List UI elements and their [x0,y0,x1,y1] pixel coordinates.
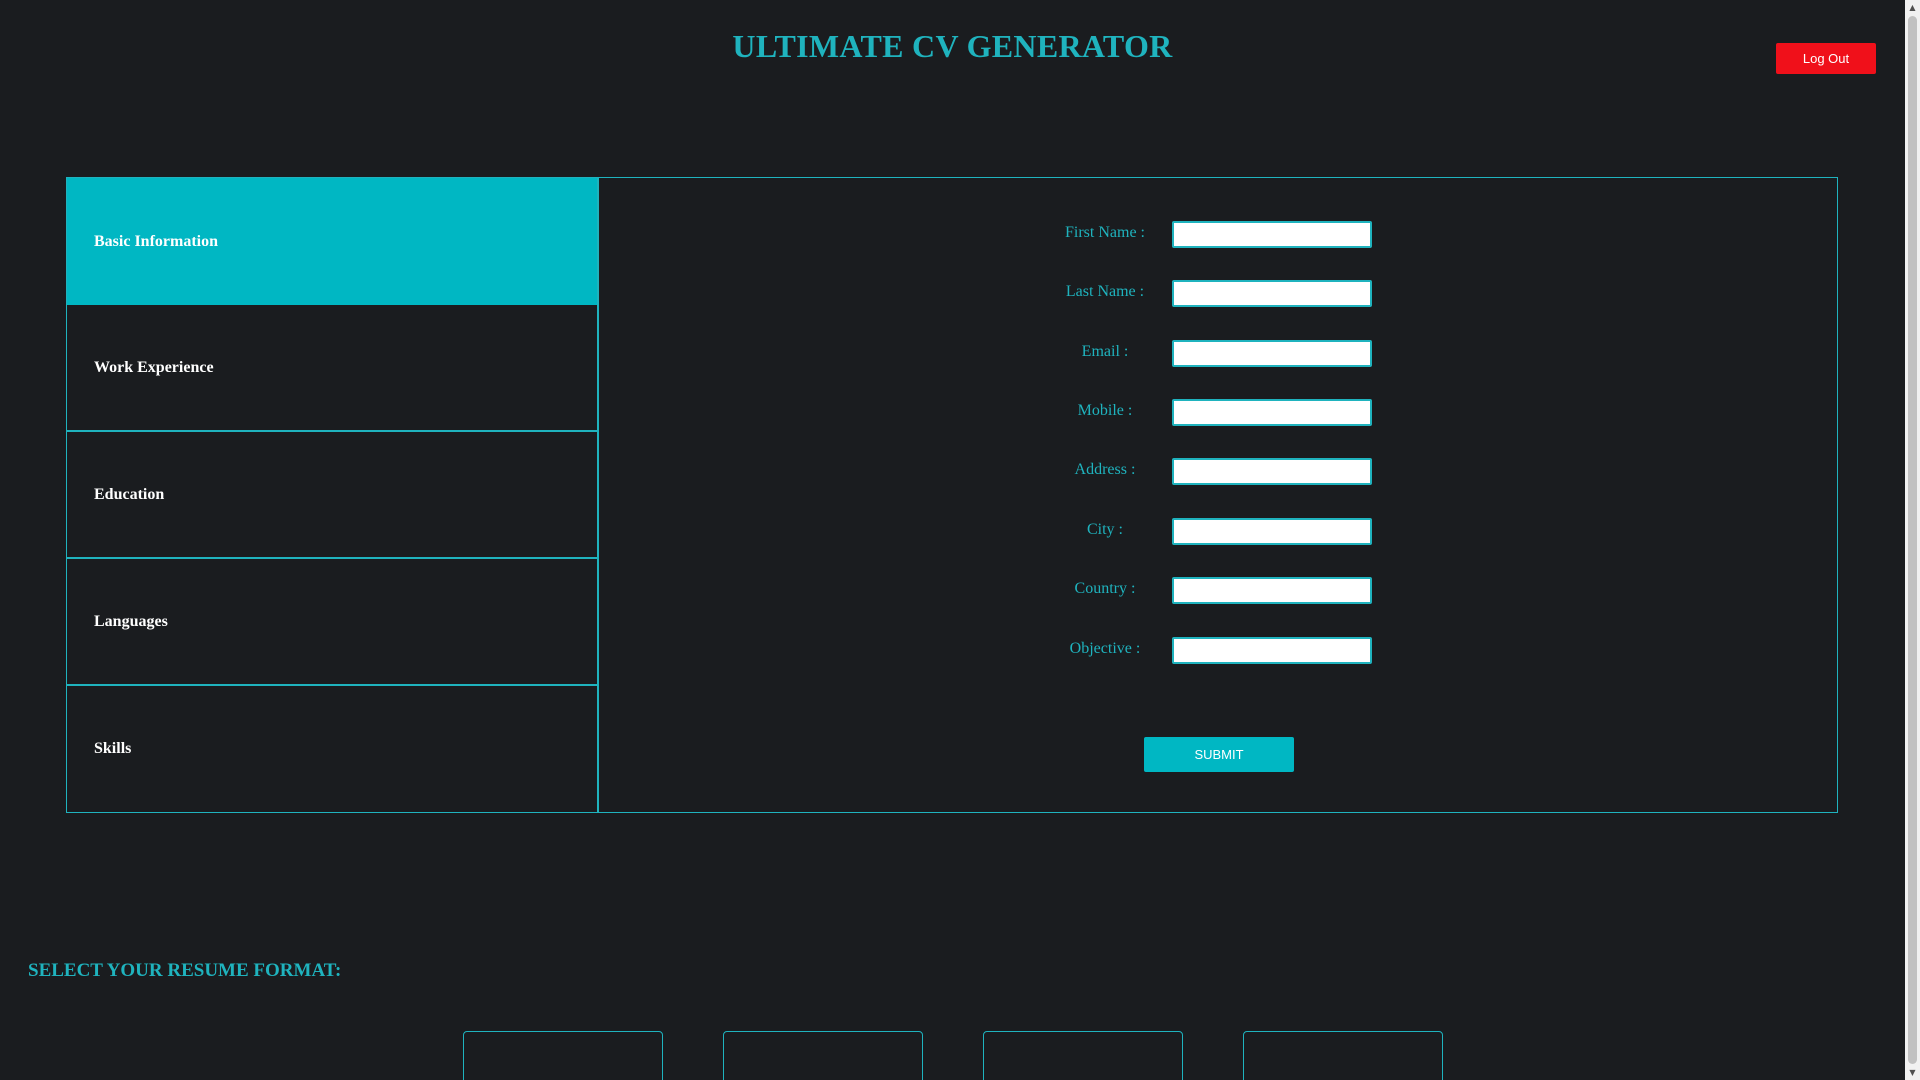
resume-format-heading: SELECT YOUR RESUME FORMAT: [28,960,342,981]
country-label: Country : [1074,580,1136,597]
form-row-mobile: Mobile : [599,399,1837,427]
form-row-address: Address : [599,458,1837,486]
sidebar-item-skills[interactable]: Skills [67,686,599,812]
sidebar-item-label: Basic Information [94,232,218,250]
form-row-city: City : [599,518,1837,546]
sidebar-item-label: Work Experience [94,358,214,376]
form-row-objective: Objective : [599,637,1837,665]
form-row-email: Email : [599,340,1837,368]
email-label: Email : [1081,343,1129,360]
sidebar-item-basic-information[interactable]: Basic Information [67,178,599,305]
last-name-label: Last Name : [1065,283,1145,300]
scrollbar-thumb[interactable] [1908,16,1917,1064]
address-label: Address : [1074,461,1136,478]
page: ULTIMATE CV GENERATOR Log Out Basic Info… [0,0,1905,1080]
city-input[interactable] [1172,518,1372,545]
city-label: City : [1086,521,1123,538]
basic-information-form: First Name : Last Name : Email : Mobile … [599,178,1837,812]
resume-format-option-1[interactable] [463,1031,663,1080]
logout-button[interactable]: Log Out [1776,43,1876,74]
objective-input[interactable] [1172,637,1372,664]
first-name-label: First Name : [1065,224,1145,241]
form-row-last-name: Last Name : [599,280,1837,308]
vertical-scrollbar[interactable]: ▲ ▼ [1905,0,1920,1080]
email-input[interactable] [1172,340,1372,367]
section-sidebar: Basic Information Work Experience Educat… [67,178,599,812]
page-title: ULTIMATE CV GENERATOR [732,28,1173,64]
resume-format-option-3[interactable] [983,1031,1183,1080]
sidebar-item-work-experience[interactable]: Work Experience [67,305,599,432]
submit-button[interactable]: SUBMIT [1144,737,1294,772]
sidebar-item-label: Languages [94,612,168,630]
mobile-input[interactable] [1172,399,1372,426]
sidebar-item-languages[interactable]: Languages [67,559,599,686]
resume-format-option-2[interactable] [723,1031,923,1080]
first-name-input[interactable] [1172,221,1372,248]
country-input[interactable] [1172,577,1372,604]
scroll-up-arrow-icon[interactable]: ▲ [1905,0,1920,15]
sidebar-item-label: Skills [94,740,132,757]
scroll-down-arrow-icon[interactable]: ▼ [1905,1065,1920,1080]
form-row-first-name: First Name : [599,221,1837,249]
sidebar-item-label: Education [94,485,165,503]
mobile-label: Mobile : [1077,402,1133,419]
objective-label: Objective : [1069,640,1141,657]
sidebar-item-education[interactable]: Education [67,432,599,559]
last-name-input[interactable] [1172,280,1372,307]
form-row-country: Country : [599,577,1837,605]
resume-format-option-4[interactable] [1243,1031,1443,1080]
address-input[interactable] [1172,458,1372,485]
cv-form-panel: Basic Information Work Experience Educat… [66,177,1838,813]
